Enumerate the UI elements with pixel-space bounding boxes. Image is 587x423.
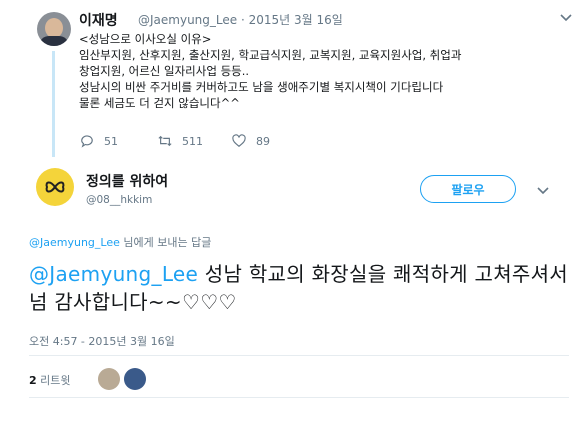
reply-to-link[interactable]: @Jaemyung_Lee — [29, 236, 120, 249]
reply-count: 51 — [104, 134, 118, 148]
author-name[interactable]: 이재명 — [79, 10, 118, 30]
tweet-text: <성남으로 이사오실 이유> 임산부지원, 산후지원, 출산지원, 학교급식지원… — [79, 32, 462, 110]
replying-to: @Jaemyung_Lee 님에게 보내는 답글 — [29, 234, 211, 250]
retweet-icon — [158, 135, 172, 147]
yellow-ribbon-icon — [45, 181, 65, 193]
tweet-text: @Jaemyung_Lee 성남 학교의 화장실을 쾌적하게 고쳐주셔서 넘 감… — [29, 260, 569, 316]
reply-to-suffix: 님에게 보내는 답글 — [119, 236, 212, 249]
retweet-count: 511 — [182, 134, 203, 148]
retweet-stat[interactable]: 2 리트윗 — [29, 372, 71, 388]
author-handle-date[interactable]: @Jaemyung_Lee · 2015년 3월 16일 — [138, 11, 343, 28]
author-name[interactable]: 정의를 위하여 — [86, 171, 168, 191]
thread-connector — [52, 51, 55, 157]
reply-icon — [81, 135, 93, 148]
mention-link[interactable]: @Jaemyung_Lee — [29, 262, 198, 286]
author-handle[interactable]: @08__hkkim — [86, 194, 152, 206]
retweeter-avatar[interactable] — [98, 368, 120, 390]
chevron-down-icon[interactable] — [560, 11, 572, 25]
reply-button[interactable]: 51 — [80, 134, 118, 148]
chevron-down-icon[interactable] — [537, 184, 549, 198]
retweet-stat-count: 2 — [29, 374, 37, 387]
avatar[interactable] — [36, 168, 74, 206]
retweet-button[interactable]: 511 — [158, 134, 203, 148]
follow-button[interactable]: 팔로우 — [420, 175, 516, 203]
retweeter-avatar[interactable] — [124, 368, 146, 390]
tweet-timestamp[interactable]: 오전 4:57 - 2015년 3월 16일 — [29, 333, 175, 349]
heart-icon — [232, 134, 246, 147]
divider — [29, 397, 569, 398]
retweet-stat-label: 리트윗 — [36, 374, 71, 387]
like-count: 89 — [256, 134, 270, 148]
like-button[interactable]: 89 — [232, 134, 270, 148]
divider — [29, 355, 569, 356]
avatar[interactable] — [37, 12, 71, 46]
